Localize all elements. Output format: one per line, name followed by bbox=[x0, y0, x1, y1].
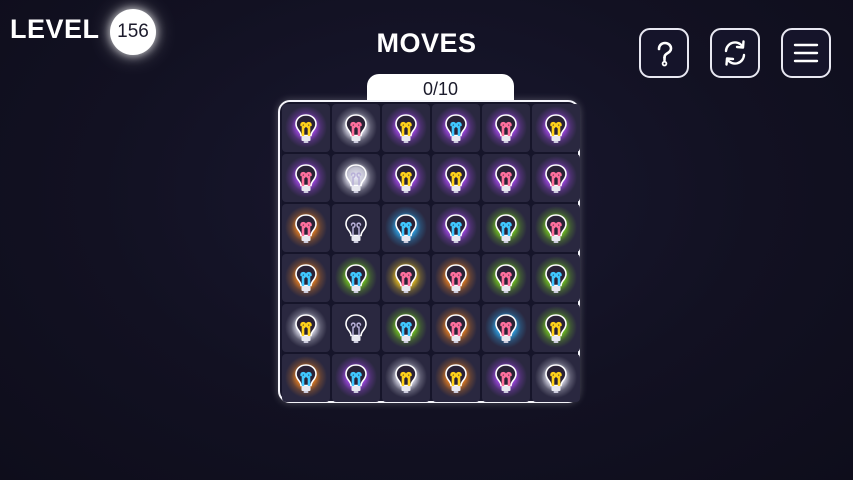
board-cell[interactable] bbox=[382, 104, 430, 152]
board-cell[interactable] bbox=[282, 154, 330, 202]
light-bulb-icon bbox=[535, 356, 577, 398]
light-bulb-icon bbox=[335, 156, 377, 198]
bulb-grid bbox=[282, 104, 580, 402]
light-bulb-icon bbox=[385, 206, 427, 248]
light-bulb-icon bbox=[535, 256, 577, 298]
light-bulb-icon bbox=[435, 206, 477, 248]
light-bulb-icon bbox=[385, 156, 427, 198]
light-bulb-icon bbox=[485, 206, 527, 248]
light-bulb-icon bbox=[435, 106, 477, 148]
light-bulb-icon bbox=[335, 206, 377, 248]
board-cell[interactable] bbox=[382, 304, 430, 352]
board-cell[interactable] bbox=[382, 154, 430, 202]
menu-button[interactable] bbox=[781, 28, 831, 78]
board-cell[interactable] bbox=[282, 254, 330, 302]
light-bulb-icon bbox=[335, 106, 377, 148]
light-bulb-icon bbox=[435, 256, 477, 298]
board-cell[interactable] bbox=[532, 354, 580, 402]
board-cell[interactable] bbox=[432, 354, 480, 402]
board-cell[interactable] bbox=[432, 204, 480, 252]
restart-button[interactable] bbox=[710, 28, 760, 78]
light-bulb-icon bbox=[435, 356, 477, 398]
light-bulb-icon bbox=[285, 156, 327, 198]
light-bulb-icon bbox=[335, 306, 377, 348]
light-bulb-icon bbox=[535, 156, 577, 198]
board-cell[interactable] bbox=[332, 104, 380, 152]
light-bulb-icon bbox=[285, 356, 327, 398]
board-cell[interactable] bbox=[432, 154, 480, 202]
light-bulb-icon bbox=[485, 256, 527, 298]
light-bulb-icon bbox=[535, 306, 577, 348]
light-bulb-icon bbox=[485, 356, 527, 398]
board-cell[interactable] bbox=[532, 304, 580, 352]
light-bulb-icon bbox=[435, 156, 477, 198]
refresh-icon bbox=[724, 40, 746, 66]
board-cell[interactable] bbox=[332, 304, 380, 352]
help-button[interactable] bbox=[639, 28, 689, 78]
light-bulb-icon bbox=[535, 106, 577, 148]
board-cell[interactable] bbox=[532, 104, 580, 152]
question-icon bbox=[657, 41, 673, 67]
board-cell[interactable] bbox=[482, 304, 530, 352]
board-cell[interactable] bbox=[382, 204, 430, 252]
board-cell[interactable] bbox=[532, 254, 580, 302]
board-cell[interactable] bbox=[482, 204, 530, 252]
board-cell[interactable] bbox=[482, 254, 530, 302]
board-cell[interactable] bbox=[432, 104, 480, 152]
light-bulb-icon bbox=[285, 106, 327, 148]
light-bulb-icon bbox=[485, 156, 527, 198]
light-bulb-icon bbox=[385, 256, 427, 298]
light-bulb-icon bbox=[385, 356, 427, 398]
hamburger-menu-icon bbox=[793, 43, 819, 63]
board-cell[interactable] bbox=[532, 154, 580, 202]
board-cell[interactable] bbox=[482, 154, 530, 202]
game-board bbox=[278, 100, 580, 403]
board-cell[interactable] bbox=[282, 204, 330, 252]
board-cell[interactable] bbox=[382, 254, 430, 302]
board-cell[interactable] bbox=[332, 154, 380, 202]
light-bulb-icon bbox=[285, 206, 327, 248]
board-cell[interactable] bbox=[482, 104, 530, 152]
board-cell[interactable] bbox=[332, 354, 380, 402]
board-cell[interactable] bbox=[332, 204, 380, 252]
light-bulb-icon bbox=[385, 106, 427, 148]
board-cell[interactable] bbox=[382, 354, 430, 402]
light-bulb-icon bbox=[385, 306, 427, 348]
board-cell[interactable] bbox=[282, 104, 330, 152]
board-cell[interactable] bbox=[432, 254, 480, 302]
light-bulb-icon bbox=[485, 106, 527, 148]
light-bulb-icon bbox=[285, 256, 327, 298]
board-cell[interactable] bbox=[332, 254, 380, 302]
board-cell[interactable] bbox=[282, 304, 330, 352]
board-cell[interactable] bbox=[532, 204, 580, 252]
light-bulb-icon bbox=[335, 356, 377, 398]
light-bulb-icon bbox=[485, 306, 527, 348]
light-bulb-icon bbox=[435, 306, 477, 348]
light-bulb-icon bbox=[285, 306, 327, 348]
board-cell[interactable] bbox=[432, 304, 480, 352]
board-cell[interactable] bbox=[482, 354, 530, 402]
light-bulb-icon bbox=[335, 256, 377, 298]
light-bulb-icon bbox=[535, 206, 577, 248]
board-cell[interactable] bbox=[282, 354, 330, 402]
